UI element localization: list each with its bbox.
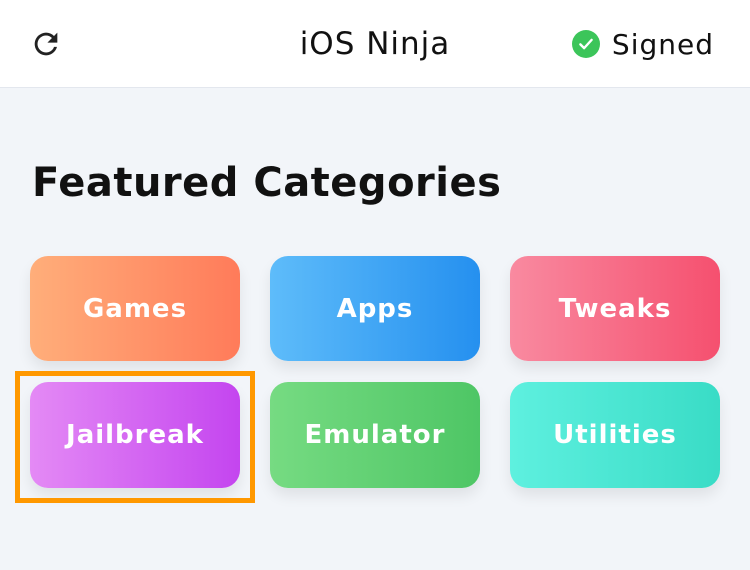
section-title: Featured Categories [32,160,502,206]
check-circle-icon [571,30,600,58]
status-label: Signed [611,27,714,61]
category-grid: Games Apps Tweaks Jailbreak Emulator Uti… [30,256,720,488]
category-games-tile[interactable]: Games [30,256,240,361]
category-emulator-tile[interactable]: Emulator [270,382,480,488]
signed-status: Signed [571,0,714,88]
category-jailbreak-tile[interactable]: Jailbreak [30,382,240,488]
category-apps-tile[interactable]: Apps [270,256,480,361]
category-tweaks-tile[interactable]: Tweaks [510,256,720,361]
category-utilities-tile[interactable]: Utilities [510,382,720,488]
top-bar: iOS Ninja Signed [0,0,750,88]
